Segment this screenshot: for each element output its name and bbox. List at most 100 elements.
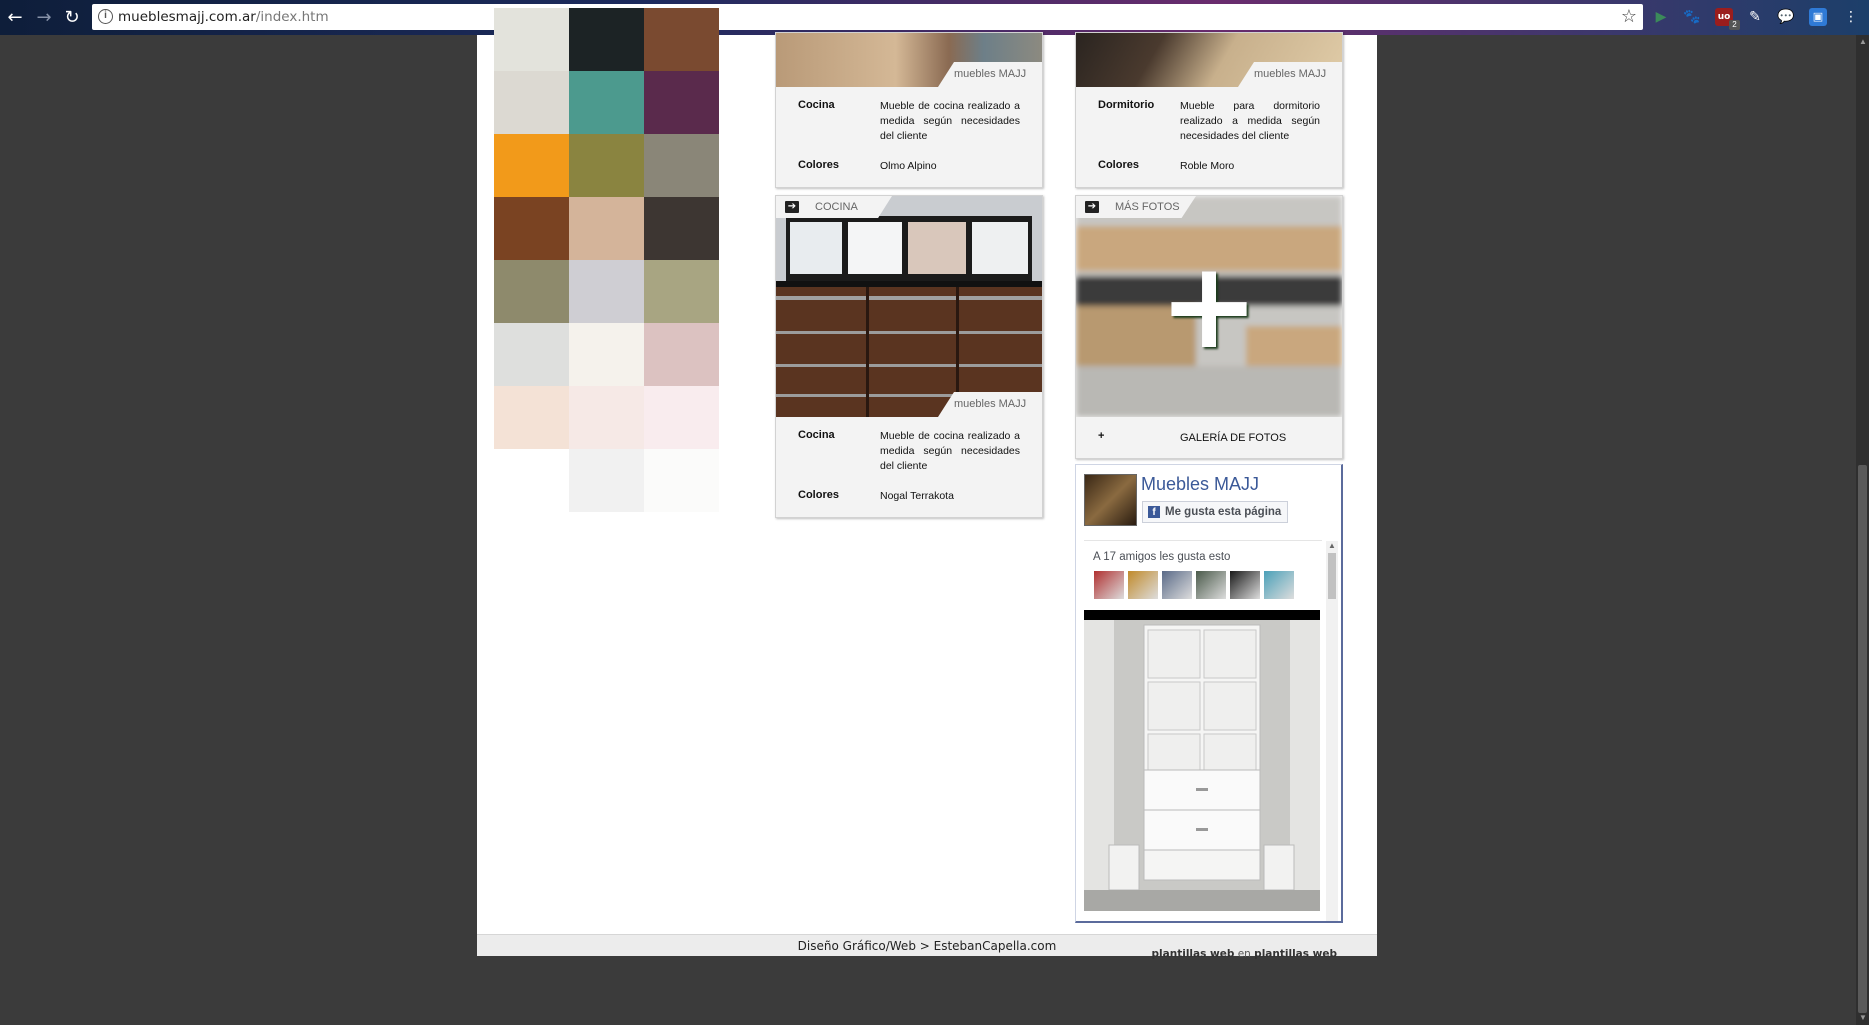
arrow-right-icon: ➔ [785, 201, 799, 213]
feed-post-image[interactable] [1084, 620, 1320, 911]
friend-avatar[interactable] [1229, 570, 1261, 600]
ublock-badge: 2 [1729, 20, 1740, 30]
window-extension-icon[interactable]: ▣ [1809, 8, 1827, 26]
facebook-page-widget: Muebles MAJJ f Me gusta esta página A 17… [1075, 464, 1343, 923]
facebook-page-name[interactable]: Muebles MAJJ [1141, 474, 1259, 495]
friend-avatars [1093, 570, 1303, 600]
brand-label: muebles MAJJ [938, 62, 1042, 87]
color-swatch[interactable] [569, 71, 644, 134]
color-swatch[interactable] [569, 323, 644, 386]
color-swatch[interactable] [494, 260, 569, 323]
type-label: Dormitorio [1098, 99, 1155, 111]
scroll-up-icon[interactable]: ▲ [1326, 541, 1338, 551]
color-swatch[interactable] [644, 71, 719, 134]
chat-extension-icon[interactable]: 💬 [1777, 8, 1795, 26]
template-link-2[interactable]: plantillas web [1254, 948, 1337, 960]
feed-scrollbar[interactable]: ▲ [1326, 541, 1338, 921]
back-icon[interactable]: ← [4, 7, 26, 29]
kitchen-photo-image [776, 196, 1042, 417]
bookmark-star-icon[interactable]: ☆ [1621, 6, 1637, 27]
arrow-right-icon: ➔ [1085, 201, 1099, 213]
page-scroll-up-icon[interactable]: ▲ [1859, 37, 1867, 46]
forward-icon[interactable]: → [33, 7, 55, 29]
more-photos-image[interactable]: + [1076, 196, 1342, 417]
facebook-feed: A 17 amigos les gusta esto [1084, 540, 1322, 921]
color-swatch[interactable] [494, 386, 569, 449]
colors-value: Roble Moro [1180, 160, 1235, 172]
description-text: Mueble de cocina realizado a medida segú… [880, 100, 1020, 142]
more-photos-tab-label: MÁS FOTOS [1115, 201, 1180, 213]
description-text: Mueble para dormitorio realizado a medid… [1180, 100, 1320, 142]
color-swatch[interactable] [569, 386, 644, 449]
color-swatch[interactable] [644, 134, 719, 197]
more-photos-tab[interactable]: ➔ MÁS FOTOS [1076, 196, 1196, 218]
colors-label: Colores [798, 159, 839, 171]
color-swatch[interactable] [494, 323, 569, 386]
page-content: muebles MAJJ Cocina Mueble de cocina rea… [477, 8, 1377, 960]
product-card-cocina-1: muebles MAJJ Cocina Mueble de cocina rea… [775, 32, 1043, 188]
type-label: Cocina [798, 99, 835, 111]
color-swatch[interactable] [569, 134, 644, 197]
info-icon[interactable]: i [98, 9, 113, 24]
template-credit: plantillas web en plantillas web [1152, 948, 1337, 960]
friend-avatar[interactable] [1161, 570, 1193, 600]
friend-avatar[interactable] [1195, 570, 1227, 600]
category-tab-label: COCINA [815, 201, 858, 213]
color-swatch[interactable] [569, 8, 644, 71]
color-swatch[interactable] [644, 8, 719, 71]
color-swatch[interactable] [494, 197, 569, 260]
page-footer: Diseño Gráfico/Web > EstebanCapella.com … [477, 934, 1377, 960]
template-credit-separator: en [1237, 948, 1251, 960]
paw-extension-icon[interactable]: 🐾 [1683, 8, 1701, 26]
friend-avatar[interactable] [1263, 570, 1295, 600]
colors-label: Colores [1098, 159, 1139, 171]
color-swatch[interactable] [569, 449, 644, 512]
menu-icon[interactable]: ⋮ [1842, 8, 1860, 26]
page-scroll-down-icon[interactable]: ▼ [1859, 1013, 1867, 1022]
page-avatar[interactable] [1084, 474, 1137, 526]
color-swatch[interactable] [494, 71, 569, 134]
color-swatch[interactable] [644, 449, 719, 512]
color-swatch[interactable] [644, 323, 719, 386]
play-extension-icon[interactable]: ▶ [1652, 8, 1670, 26]
template-link-1[interactable]: plantillas web [1152, 948, 1235, 960]
color-swatch[interactable] [644, 197, 719, 260]
friend-avatar[interactable] [1127, 570, 1159, 600]
brand-label: muebles MAJJ [938, 392, 1042, 417]
pen-extension-icon[interactable]: ✎ [1746, 8, 1764, 26]
color-swatch[interactable] [569, 197, 644, 260]
address-bar[interactable]: i mueblesmajj.com.ar/index.htm ☆ [92, 4, 1643, 30]
type-label: Cocina [798, 429, 835, 441]
friends-like-text: A 17 amigos les gusta esto [1093, 551, 1231, 563]
page-scrollbar[interactable]: ▲ ▼ [1856, 35, 1869, 1025]
reload-icon[interactable]: ↻ [61, 7, 83, 29]
feed-divider [1084, 610, 1320, 620]
category-tab[interactable]: ➔ COCINA [776, 196, 892, 218]
url-text[interactable]: mueblesmajj.com.ar/index.htm [118, 9, 329, 25]
facebook-like-button[interactable]: f Me gusta esta página [1142, 501, 1289, 523]
color-swatch[interactable] [644, 260, 719, 323]
colors-value: Nogal Terrakota [880, 490, 954, 502]
more-photos-card: + ➔ MÁS FOTOS + GALERÍA DE FOTOS [1075, 195, 1343, 459]
like-button-label: Me gusta esta página [1165, 506, 1282, 518]
color-swatch[interactable] [569, 260, 644, 323]
page-scrollbar-thumb[interactable] [1858, 465, 1867, 1013]
color-swatch[interactable] [494, 134, 569, 197]
color-swatch[interactable] [644, 386, 719, 449]
brand-label: muebles MAJJ [1238, 62, 1342, 87]
colors-value: Olmo Alpino [880, 160, 937, 172]
product-card-cocina-2: ➔ COCINA muebles MAJJ Cocina Mueble de c… [775, 195, 1043, 518]
wardrobe-photo [1084, 620, 1320, 911]
colors-label: Colores [798, 489, 839, 501]
product-photo[interactable] [776, 196, 1042, 417]
product-card-dormitorio: muebles MAJJ Dormitorio Mueble para dorm… [1075, 32, 1343, 188]
description-text: Mueble de cocina realizado a medida segú… [880, 430, 1020, 472]
plus-icon: + [1158, 237, 1260, 376]
friend-avatar[interactable] [1093, 570, 1125, 600]
color-swatch[interactable] [494, 8, 569, 71]
scrollbar-thumb[interactable] [1328, 553, 1336, 599]
browser-toolbar: ← → ↻ i mueblesmajj.com.ar/index.htm ☆ ▶… [0, 0, 1869, 35]
gallery-link[interactable]: GALERÍA DE FOTOS [1180, 432, 1286, 444]
gallery-plus-icon: + [1098, 430, 1105, 442]
facebook-icon: f [1148, 506, 1160, 518]
